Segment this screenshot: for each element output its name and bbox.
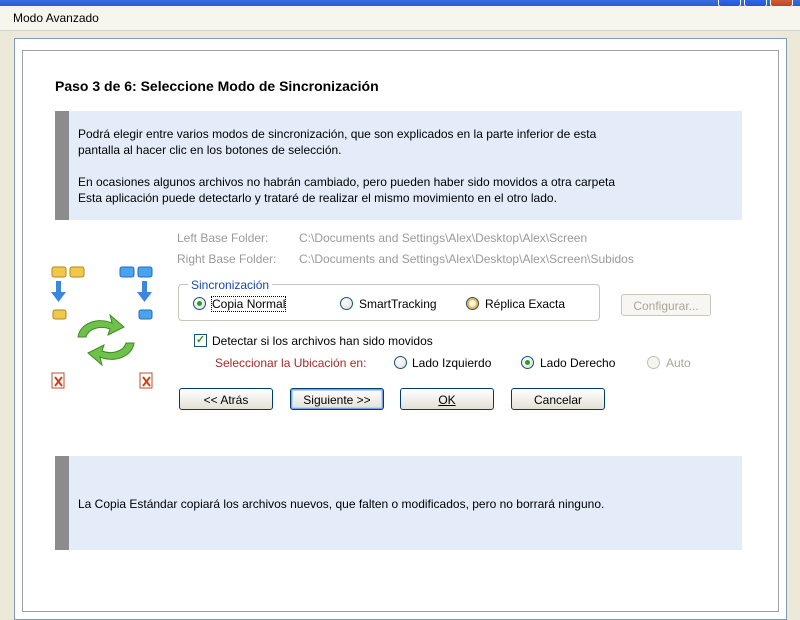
radio-smarttracking[interactable] (340, 297, 353, 310)
folder-icon-left (51, 266, 85, 278)
file-icon-right (138, 309, 153, 320)
configure-button[interactable]: Configurar... (621, 294, 711, 316)
left-base-folder-path: C:\Documents and Settings\Alex\Desktop\A… (299, 231, 588, 245)
mode-description: La Copia Estándar copiará los archivos n… (78, 497, 605, 511)
radio-lado-izquierdo[interactable] (394, 356, 407, 369)
location-label: Seleccionar la Ubicación en: (215, 356, 367, 370)
right-base-folder-label: Right Base Folder: (177, 252, 277, 266)
cancel-button[interactable]: Cancelar (511, 388, 605, 410)
info-line-2: pantalla al hacer clic en los botones de… (78, 143, 342, 157)
sync-arrows-icon (77, 313, 135, 367)
file-icon-left (52, 309, 67, 320)
info-line-3: En ocasiones algunos archivos no habrán … (78, 175, 616, 189)
info-box: Podrá elegir entre varios modos de sincr… (55, 111, 742, 220)
radio-copia-normal-label[interactable]: Copia Normal (210, 296, 287, 312)
left-base-folder-label: Left Base Folder: (177, 231, 269, 245)
radio-auto-label[interactable]: Auto (666, 356, 691, 370)
sync-groupbox-legend: Sincronización (188, 278, 273, 292)
description-box: La Copia Estándar copiará los archivos n… (55, 456, 742, 550)
right-base-folder-path: C:\Documents and Settings\Alex\Desktop\A… (299, 252, 634, 266)
description-box-bar (55, 456, 69, 550)
arrow-down-icon-left (51, 281, 66, 302)
radio-copia-normal[interactable] (193, 297, 206, 310)
radio-lado-izquierdo-label[interactable]: Lado Izquierdo (412, 356, 491, 370)
info-line-4: Esta aplicación puede detectarlo y trata… (78, 191, 557, 205)
radio-auto[interactable] (647, 356, 660, 369)
sync-illustration (51, 266, 153, 389)
radio-replica-exacta[interactable] (466, 297, 479, 310)
document-delete-icon-right (139, 372, 153, 389)
ok-button-label: OK (438, 393, 456, 407)
radio-smarttracking-label[interactable]: SmartTracking (359, 297, 437, 311)
arrow-down-icon-right (137, 281, 152, 302)
radio-lado-derecho-label[interactable]: Lado Derecho (540, 356, 615, 370)
radio-lado-derecho[interactable] (521, 356, 534, 369)
info-line-1: Podrá elegir entre varios modos de sincr… (78, 127, 597, 141)
radio-replica-exacta-label[interactable]: Réplica Exacta (485, 297, 565, 311)
back-button[interactable]: << Atrás (179, 388, 273, 410)
menu-modo-avanzado[interactable]: Modo Avanzado (13, 11, 99, 25)
ok-button[interactable]: OK (400, 388, 494, 410)
info-box-bar (55, 111, 69, 220)
detect-moved-checkbox[interactable]: ✓ (194, 334, 207, 347)
menu-bar: Modo Avanzado (0, 6, 800, 31)
document-delete-icon-left (51, 372, 65, 389)
folder-icon-right (119, 266, 153, 278)
next-button[interactable]: Siguiente >> (290, 388, 384, 410)
detect-moved-label[interactable]: Detectar si los archivos han sido movido… (212, 334, 433, 348)
page-title: Paso 3 de 6: Seleccione Modo de Sincroni… (55, 78, 379, 94)
